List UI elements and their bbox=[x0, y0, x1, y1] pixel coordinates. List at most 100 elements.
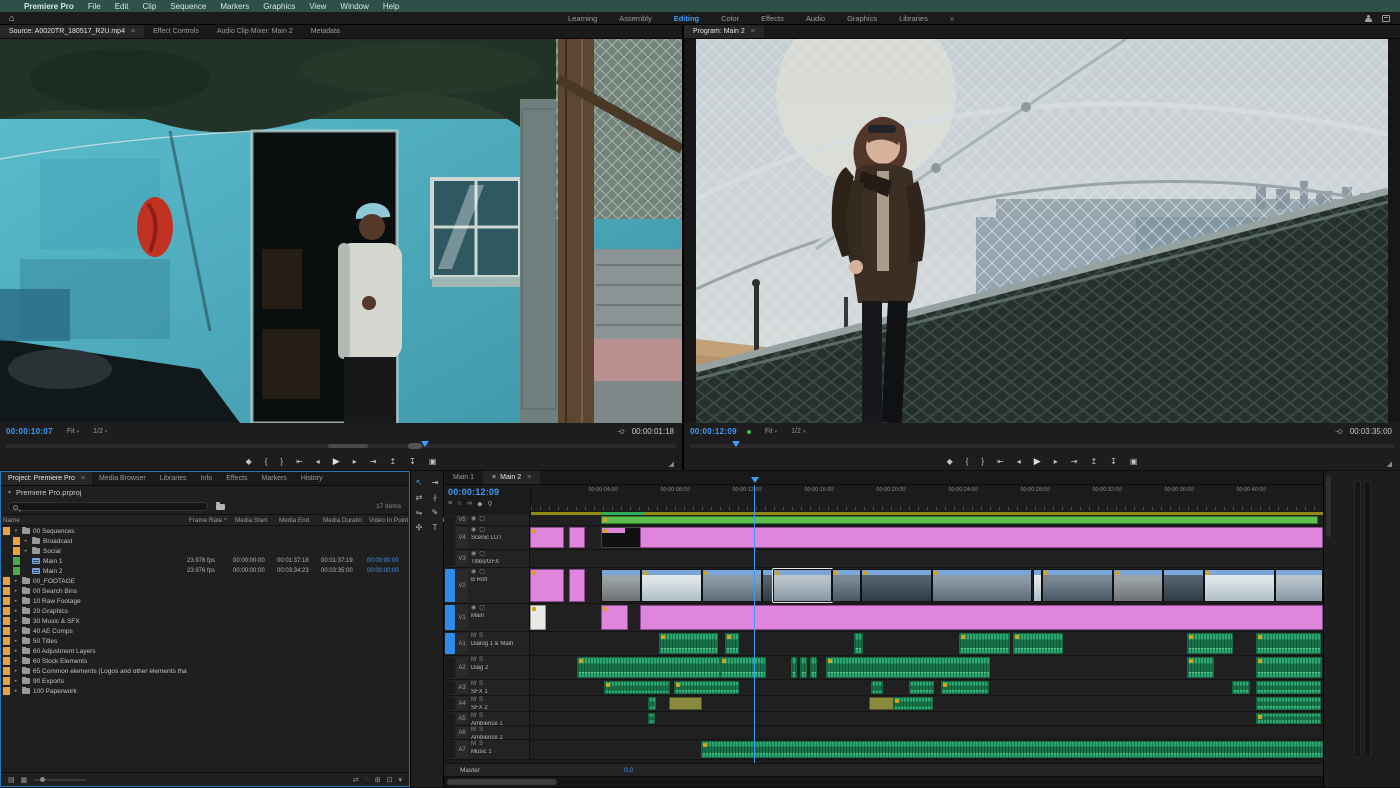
audio-clip[interactable] bbox=[825, 657, 990, 678]
add-marker-button[interactable]: ◆ bbox=[246, 457, 252, 466]
menu-item-clip[interactable]: Clip bbox=[143, 2, 157, 11]
solo-button[interactable]: S bbox=[479, 633, 483, 640]
workspace-tab-learning[interactable]: Learning bbox=[568, 14, 597, 23]
mute-button[interactable]: M bbox=[471, 727, 476, 734]
track-lock-icon[interactable]: ▢ bbox=[479, 551, 485, 558]
audio-clip[interactable] bbox=[853, 633, 864, 654]
audio-clip[interactable] bbox=[668, 697, 703, 710]
workspace-overflow-icon[interactable]: » bbox=[950, 14, 954, 23]
column-header-0[interactable]: Name bbox=[1, 517, 187, 524]
audio-clip[interactable] bbox=[1012, 633, 1063, 654]
project-tab[interactable]: Libraries bbox=[153, 472, 194, 485]
mark-in-button[interactable]: { bbox=[265, 457, 268, 466]
thumbnail-zoom-slider[interactable] bbox=[34, 776, 87, 782]
workspace-tab-audio[interactable]: Audio bbox=[806, 14, 825, 23]
source-patch-a7[interactable] bbox=[445, 741, 455, 758]
track-target-a4[interactable]: A4 bbox=[456, 697, 468, 710]
project-tab[interactable]: Info bbox=[194, 472, 220, 485]
step-back-button[interactable]: ◂ bbox=[1017, 457, 1021, 466]
source-patch-v2[interactable] bbox=[445, 569, 455, 602]
track-header-a4[interactable]: A4 M S SFX 2 bbox=[444, 696, 530, 711]
track-target-a6[interactable]: A6 bbox=[456, 727, 468, 738]
video-clip[interactable] bbox=[702, 569, 762, 602]
label-color-swatch[interactable] bbox=[3, 657, 10, 665]
selection-tool[interactable]: ↖ bbox=[411, 475, 427, 490]
source-patch-a2[interactable] bbox=[445, 657, 455, 678]
play-button[interactable]: ▶ bbox=[333, 456, 340, 467]
twirl-icon[interactable]: ▸ bbox=[13, 618, 19, 624]
add-marker-icon[interactable]: ◆ bbox=[477, 500, 482, 508]
mute-button[interactable]: M bbox=[471, 633, 476, 640]
track-header-v3[interactable]: V3 ◉ ▢ Titles/GFX bbox=[444, 550, 530, 567]
go-to-in-button[interactable]: ⇤ bbox=[997, 457, 1004, 466]
mark-in-button[interactable]: { bbox=[966, 457, 969, 466]
go-to-out-button[interactable]: ⇥ bbox=[1071, 457, 1078, 466]
table-row[interactable]: ▾ 00 Sequences bbox=[1, 526, 409, 536]
source-tab[interactable]: Source: A0020TR_180517_R2U.mp4 ≡ bbox=[0, 25, 145, 38]
program-timecode[interactable]: 00:00:12:09 bbox=[690, 427, 737, 436]
audio-clip[interactable] bbox=[576, 657, 720, 678]
project-twirl-icon[interactable]: ▾ bbox=[8, 489, 11, 496]
audio-clip[interactable] bbox=[1255, 633, 1321, 654]
label-color-swatch[interactable] bbox=[3, 627, 10, 635]
ripple-edit-tool[interactable]: ⇄ bbox=[411, 490, 427, 505]
audio-clip[interactable] bbox=[719, 657, 767, 678]
timeline-tab[interactable]: Main 1 bbox=[444, 471, 483, 484]
solo-button[interactable]: S bbox=[479, 741, 483, 748]
video-clip[interactable] bbox=[832, 569, 862, 602]
video-clip[interactable] bbox=[1112, 569, 1163, 602]
audio-clip[interactable] bbox=[800, 657, 807, 678]
play-button[interactable]: ▶ bbox=[1034, 456, 1041, 467]
track-target-a5[interactable]: A5 bbox=[456, 713, 468, 724]
source-settings-icon[interactable]: ⚲ bbox=[616, 429, 625, 435]
master-track[interactable]: Master 0.0 bbox=[444, 763, 1323, 776]
table-row[interactable]: ▸ 60 Stock Elements bbox=[1, 656, 409, 666]
workspace-tab-effects[interactable]: Effects bbox=[761, 14, 784, 23]
source-patch-a1[interactable] bbox=[445, 633, 455, 654]
column-header-2[interactable]: Media Start bbox=[233, 517, 277, 524]
track-lock-icon[interactable]: ▢ bbox=[479, 569, 485, 576]
track-header-v1[interactable]: V1 ◉ ▢ Main bbox=[444, 604, 530, 631]
video-clip[interactable] bbox=[640, 605, 1323, 630]
video-clip[interactable] bbox=[761, 569, 773, 602]
label-color-swatch[interactable] bbox=[3, 577, 10, 585]
lift-button[interactable]: ↥ bbox=[389, 457, 396, 466]
list-view-button[interactable]: ▤ bbox=[8, 776, 15, 784]
step-forward-button[interactable]: ▸ bbox=[1054, 457, 1058, 466]
audio-clip[interactable] bbox=[648, 697, 657, 710]
audio-clip[interactable] bbox=[673, 681, 740, 694]
twirl-icon[interactable]: ▸ bbox=[13, 668, 19, 674]
video-clip[interactable] bbox=[1032, 569, 1043, 602]
program-tab[interactable]: Program: Main 2 ≡ bbox=[684, 25, 764, 38]
program-playhead[interactable] bbox=[732, 441, 741, 447]
new-item-button[interactable]: ⊡ bbox=[387, 776, 393, 784]
label-color-swatch[interactable] bbox=[3, 687, 10, 695]
solo-button[interactable]: S bbox=[479, 727, 483, 734]
table-row[interactable]: ▸ 40 AE Comps bbox=[1, 626, 409, 636]
mute-button[interactable]: M bbox=[471, 713, 476, 720]
toggle-track-output-icon[interactable]: ◉ bbox=[471, 605, 476, 612]
track-lock-icon[interactable]: ▢ bbox=[479, 516, 485, 523]
project-tab[interactable]: History bbox=[294, 472, 330, 485]
find-button[interactable]: ◌ bbox=[365, 776, 369, 784]
track-lane-v4[interactable] bbox=[530, 526, 1323, 549]
source-tab[interactable]: Audio Clip Mixer: Main 2 bbox=[208, 25, 302, 38]
video-clip[interactable] bbox=[530, 569, 565, 602]
video-clip[interactable] bbox=[530, 605, 546, 630]
audio-clip[interactable] bbox=[940, 681, 990, 694]
menu-item-markers[interactable]: Markers bbox=[220, 2, 249, 11]
video-clip[interactable] bbox=[600, 516, 1319, 524]
audio-clip[interactable] bbox=[790, 657, 798, 678]
audio-clip[interactable] bbox=[1255, 713, 1321, 724]
delete-button[interactable]: ▾ bbox=[398, 776, 402, 784]
timeline-scrollbar-thumb[interactable] bbox=[447, 779, 557, 785]
audio-clip[interactable] bbox=[659, 633, 718, 654]
video-clip[interactable] bbox=[641, 569, 703, 602]
twirl-icon[interactable]: ▸ bbox=[13, 578, 19, 584]
program-scrubber[interactable] bbox=[690, 440, 1394, 452]
track-target-v5[interactable]: V5 bbox=[456, 516, 468, 524]
panel-menu-icon[interactable]: ≡ bbox=[751, 28, 755, 35]
video-clip[interactable] bbox=[530, 527, 565, 548]
add-marker-button[interactable]: ◆ bbox=[947, 457, 953, 466]
twirl-icon[interactable]: ▸ bbox=[13, 658, 19, 664]
